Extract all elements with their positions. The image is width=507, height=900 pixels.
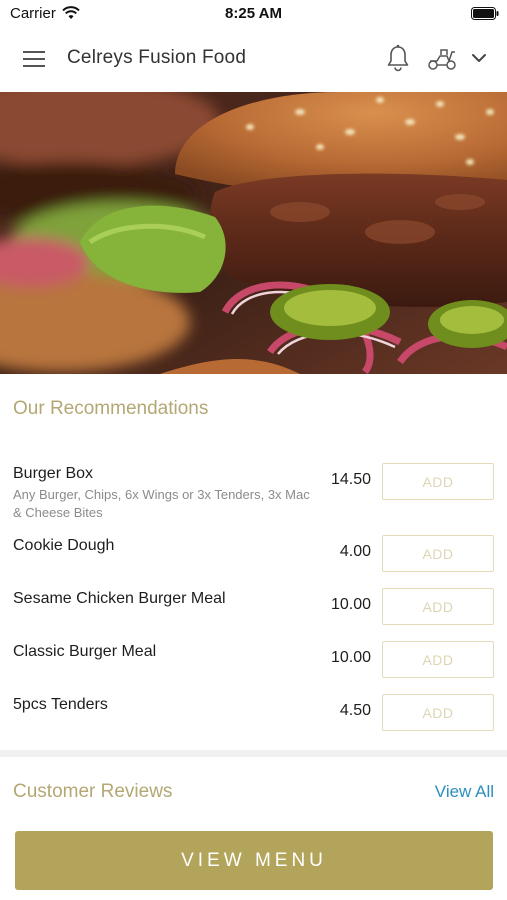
item-name: Sesame Chicken Burger Meal xyxy=(13,590,226,607)
item-price: 4.00 xyxy=(339,543,371,560)
hero-image xyxy=(0,92,507,374)
chevron-down-icon[interactable] xyxy=(471,51,487,65)
clock: 8:25 AM xyxy=(225,5,282,22)
item-description: Any Burger, Chips, 6x Wings or 3x Tender… xyxy=(13,487,310,520)
item-name: Burger Box xyxy=(13,465,94,482)
menu-icon[interactable] xyxy=(23,50,45,68)
add-button[interactable]: ADD xyxy=(382,694,494,731)
item-price: 10.00 xyxy=(330,596,371,613)
add-button[interactable]: ADD xyxy=(382,535,494,572)
battery-icon xyxy=(471,7,499,20)
bell-icon[interactable] xyxy=(386,44,410,72)
item-price: 4.50 xyxy=(339,702,371,719)
add-button[interactable]: ADD xyxy=(382,641,494,678)
item-name: Classic Burger Meal xyxy=(13,643,157,660)
page-title: Celreys Fusion Food xyxy=(67,47,247,68)
add-button[interactable]: ADD xyxy=(382,463,494,500)
reviews-title: Customer Reviews xyxy=(13,781,173,802)
scooter-icon[interactable] xyxy=(427,47,457,71)
add-button[interactable]: ADD xyxy=(382,588,494,625)
section-divider xyxy=(0,750,507,757)
item-name: Cookie Dough xyxy=(13,537,115,554)
app-header: Celreys Fusion Food xyxy=(0,26,507,92)
view-all-link[interactable]: View All xyxy=(435,782,494,802)
item-price: 10.00 xyxy=(330,649,371,666)
burger-illustration xyxy=(0,92,507,374)
item-name: 5pcs Tenders xyxy=(13,696,108,713)
recommendations-title: Our Recommendations xyxy=(13,398,209,419)
view-menu-button[interactable]: VIEW MENU xyxy=(15,831,493,890)
item-price: 14.50 xyxy=(330,471,371,488)
status-bar: Carrier 8:25 AM xyxy=(0,0,507,26)
